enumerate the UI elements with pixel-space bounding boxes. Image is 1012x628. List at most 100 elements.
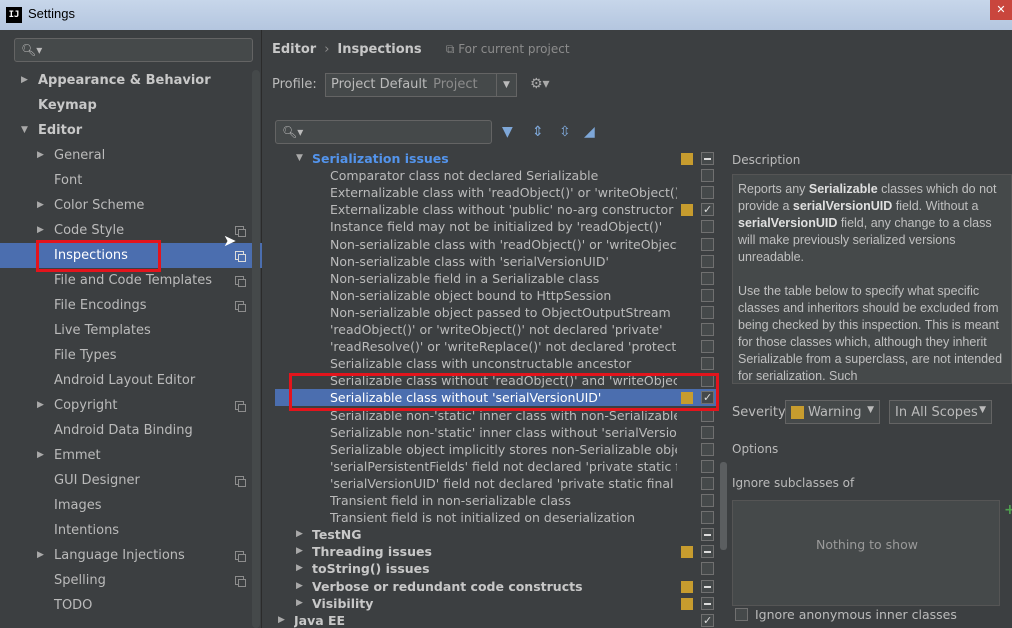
collapse-all-icon[interactable]: ⇳ xyxy=(559,124,571,140)
sidebar-item-general[interactable]: ▶ General xyxy=(0,143,262,168)
sidebar-item-keymap[interactable]: Keymap xyxy=(0,93,262,118)
inspection-row[interactable]: 'readObject()' or 'writeObject()' not de… xyxy=(275,321,718,338)
inspection-row[interactable]: Serializable object implicitly stores no… xyxy=(275,441,718,458)
inspection-row[interactable]: Instance field may not be initialized by… xyxy=(275,218,718,235)
sidebar-item-language-injections[interactable]: ▶ Language Injections xyxy=(0,543,262,568)
inspection-row[interactable]: Non-serializable object bound to HttpSes… xyxy=(275,287,718,304)
inspection-enabled-checkbox[interactable] xyxy=(701,459,714,473)
add-icon[interactable]: + xyxy=(1004,502,1012,518)
inspection-row[interactable]: Serializable non-'static' inner class wi… xyxy=(275,424,718,441)
inspection-enabled-checkbox[interactable] xyxy=(701,494,714,507)
collapsed-arrow-icon[interactable]: ▶ xyxy=(37,218,44,243)
sidebar-item-spelling[interactable]: Spelling xyxy=(0,568,262,593)
inspection-row[interactable]: 'serialVersionUID' field not declared 'p… xyxy=(275,475,718,492)
sidebar-item-emmet[interactable]: ▶ Emmet xyxy=(0,443,262,468)
scrollbar-thumb[interactable] xyxy=(720,462,727,550)
collapsed-arrow-icon[interactable]: ▶ xyxy=(37,443,44,468)
inspection-row[interactable]: Externalizable class with 'readObject()'… xyxy=(275,184,718,201)
inspection-enabled-checkbox[interactable] xyxy=(701,201,714,218)
inspection-row[interactable]: Comparator class not declared Serializab… xyxy=(275,167,718,184)
inspection-row[interactable]: 'readResolve()' or 'writeReplace()' not … xyxy=(275,338,718,355)
collapsed-arrow-icon[interactable]: ▶ xyxy=(296,543,303,560)
reset-eraser-icon[interactable]: ◢ xyxy=(584,124,595,140)
sidebar-item-file-and-code-templates[interactable]: File and Code Templates xyxy=(0,268,262,293)
collapsed-arrow-icon[interactable]: ▶ xyxy=(37,143,44,168)
inspection-group-row[interactable]: ▶ TestNG xyxy=(275,526,718,543)
settings-search-input[interactable]: 🔍︎▾ xyxy=(14,38,253,62)
inspection-row[interactable]: Non-serializable class with 'serialVersi… xyxy=(275,253,718,270)
inspection-row[interactable]: Transient field in non-serializable clas… xyxy=(275,492,718,509)
sidebar-item-todo[interactable]: TODO xyxy=(0,593,262,618)
inspection-group-row[interactable]: ▶ Threading issues xyxy=(275,543,718,560)
sidebar-item-images[interactable]: Images xyxy=(0,493,262,518)
sidebar-item-file-types[interactable]: File Types xyxy=(0,343,262,368)
sidebar-item-font[interactable]: Font xyxy=(0,168,262,193)
inspection-enabled-checkbox[interactable] xyxy=(701,545,714,559)
sidebar-item-appearance-behavior[interactable]: ▶ Appearance & Behavior xyxy=(0,68,262,93)
inspection-group-row[interactable]: ▶ toString() issues xyxy=(275,560,718,577)
inspection-enabled-checkbox[interactable] xyxy=(701,237,714,251)
inspection-enabled-checkbox[interactable] xyxy=(701,186,714,200)
inspection-group-row[interactable]: ▶ Verbose or redundant code constructs xyxy=(275,578,718,595)
inspection-enabled-checkbox[interactable] xyxy=(701,596,714,610)
collapsed-arrow-icon[interactable]: ▶ xyxy=(296,526,303,543)
inspection-enabled-checkbox[interactable] xyxy=(701,271,714,285)
breadcrumb-editor[interactable]: Editor xyxy=(272,42,316,57)
collapsed-arrow-icon[interactable]: ▶ xyxy=(21,68,28,93)
window-close-button[interactable]: ✕ xyxy=(990,0,1012,20)
inspection-enabled-checkbox[interactable] xyxy=(701,408,714,422)
inspection-enabled-checkbox[interactable] xyxy=(701,511,714,525)
sidebar-scrollbar[interactable] xyxy=(252,70,260,628)
inspections-scrollbar[interactable] xyxy=(720,150,727,628)
inspection-enabled-checkbox[interactable] xyxy=(701,169,714,183)
expanded-arrow-icon[interactable]: ▼ xyxy=(296,150,303,167)
inspection-enabled-checkbox[interactable] xyxy=(701,425,714,439)
gear-icon[interactable]: ⚙▾ xyxy=(530,76,550,92)
sidebar-item-file-encodings[interactable]: File Encodings xyxy=(0,293,262,318)
inspection-row[interactable]: Serializable class without 'serialVersio… xyxy=(275,389,718,407)
inspection-enabled-checkbox[interactable] xyxy=(701,374,714,388)
inspection-enabled-checkbox[interactable] xyxy=(701,442,714,456)
inspection-row[interactable]: Serializable non-'static' inner class wi… xyxy=(275,407,718,424)
inspection-group-row[interactable]: ▶ Visibility xyxy=(275,595,718,612)
inspection-enabled-checkbox[interactable] xyxy=(701,562,714,576)
filter-icon[interactable]: ▼ xyxy=(502,124,513,140)
inspection-enabled-checkbox[interactable] xyxy=(701,579,714,593)
inspection-enabled-checkbox[interactable] xyxy=(701,340,714,354)
inspections-search-input[interactable]: 🔍︎▾ xyxy=(275,120,492,144)
collapsed-arrow-icon[interactable]: ▶ xyxy=(37,193,44,218)
sidebar-item-live-templates[interactable]: Live Templates xyxy=(0,318,262,343)
sidebar-item-editor[interactable]: ▼ Editor xyxy=(0,118,262,143)
sidebar-item-android-data-binding[interactable]: Android Data Binding xyxy=(0,418,262,443)
collapsed-arrow-icon[interactable]: ▶ xyxy=(37,543,44,568)
expanded-arrow-icon[interactable]: ▼ xyxy=(21,118,28,143)
inspection-enabled-checkbox[interactable] xyxy=(701,612,714,628)
scope-dropdown[interactable]: In All Scopes ▼ xyxy=(889,400,992,424)
inspection-enabled-checkbox[interactable] xyxy=(701,254,714,268)
inspection-enabled-checkbox[interactable] xyxy=(701,357,714,371)
expand-all-icon[interactable]: ⇕ xyxy=(532,124,544,140)
inspection-group-row[interactable]: ▼ Serialization issues xyxy=(275,150,718,167)
inspection-row[interactable]: Serializable class with unconstructable … xyxy=(275,355,718,372)
inspection-row[interactable]: Non-serializable field in a Serializable… xyxy=(275,270,718,287)
sidebar-item-android-layout-editor[interactable]: Android Layout Editor xyxy=(0,368,262,393)
ignore-subclasses-table[interactable]: Nothing to show xyxy=(732,500,1000,606)
profile-dropdown[interactable]: Project Default Project ▼ xyxy=(325,73,517,97)
collapsed-arrow-icon[interactable]: ▶ xyxy=(278,612,285,628)
inspection-row[interactable]: Transient field is not initialized on de… xyxy=(275,509,718,526)
collapsed-arrow-icon[interactable]: ▶ xyxy=(296,578,303,595)
inspection-enabled-checkbox[interactable] xyxy=(701,305,714,319)
collapsed-arrow-icon[interactable]: ▶ xyxy=(37,393,44,418)
inspection-enabled-checkbox[interactable] xyxy=(701,476,714,490)
sidebar-item-intentions[interactable]: Intentions xyxy=(0,518,262,543)
inspection-row[interactable]: Externalizable class without 'public' no… xyxy=(275,201,718,218)
severity-dropdown[interactable]: Warning ▼ xyxy=(785,400,880,424)
collapsed-arrow-icon[interactable]: ▶ xyxy=(296,560,303,577)
sidebar-item-color-scheme[interactable]: ▶ Color Scheme xyxy=(0,193,262,218)
inspection-enabled-checkbox[interactable] xyxy=(701,152,714,165)
inspection-row[interactable]: Non-serializable class with 'readObject(… xyxy=(275,236,718,253)
inspection-enabled-checkbox[interactable] xyxy=(701,528,714,542)
ignore-anonymous-checkbox[interactable] xyxy=(735,608,748,621)
inspection-group-row[interactable]: ▶ Java EE xyxy=(275,612,718,628)
inspection-enabled-checkbox[interactable] xyxy=(701,288,714,302)
